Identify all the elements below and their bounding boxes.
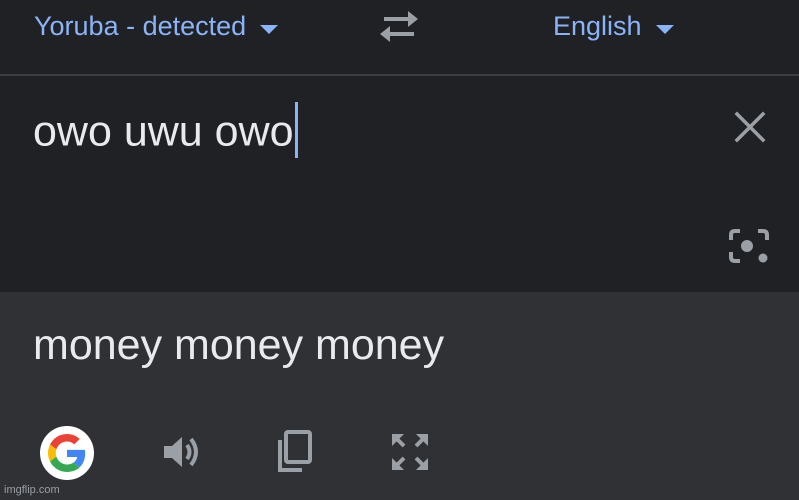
copy-icon <box>278 430 312 472</box>
dropdown-caret-icon <box>260 24 279 34</box>
watermark-text: imgflip.com <box>4 484 60 496</box>
source-input-panel[interactable]: owo uwu owo <box>0 76 799 292</box>
target-language-label: English <box>553 10 642 41</box>
translate-app: Yoruba - detected English owo uwu owo mo… <box>0 0 799 500</box>
target-language-selector[interactable]: English <box>553 8 674 44</box>
text-cursor <box>294 102 298 158</box>
camera-lens-icon[interactable] <box>727 226 771 266</box>
language-bar: Yoruba - detected English <box>0 0 799 74</box>
result-actions <box>0 424 799 484</box>
source-text-input[interactable]: owo uwu owo <box>33 102 298 162</box>
close-icon[interactable] <box>733 110 767 144</box>
copy-button[interactable] <box>266 424 322 480</box>
translation-text: money money money <box>33 321 445 369</box>
translation-result-panel: money money money <box>0 292 799 500</box>
source-language-label: Yoruba - detected <box>34 10 247 41</box>
dropdown-caret-icon <box>655 24 674 34</box>
google-logo-icon <box>48 434 86 472</box>
google-search-button[interactable] <box>40 426 94 480</box>
speaker-icon <box>164 437 198 467</box>
source-language-selector[interactable]: Yoruba - detected <box>34 8 279 44</box>
fullscreen-button[interactable] <box>382 424 438 480</box>
swap-arrows-icon[interactable] <box>376 10 422 44</box>
source-text: owo uwu owo <box>33 107 294 156</box>
speak-button[interactable] <box>152 424 208 480</box>
fullscreen-icon <box>392 434 428 470</box>
